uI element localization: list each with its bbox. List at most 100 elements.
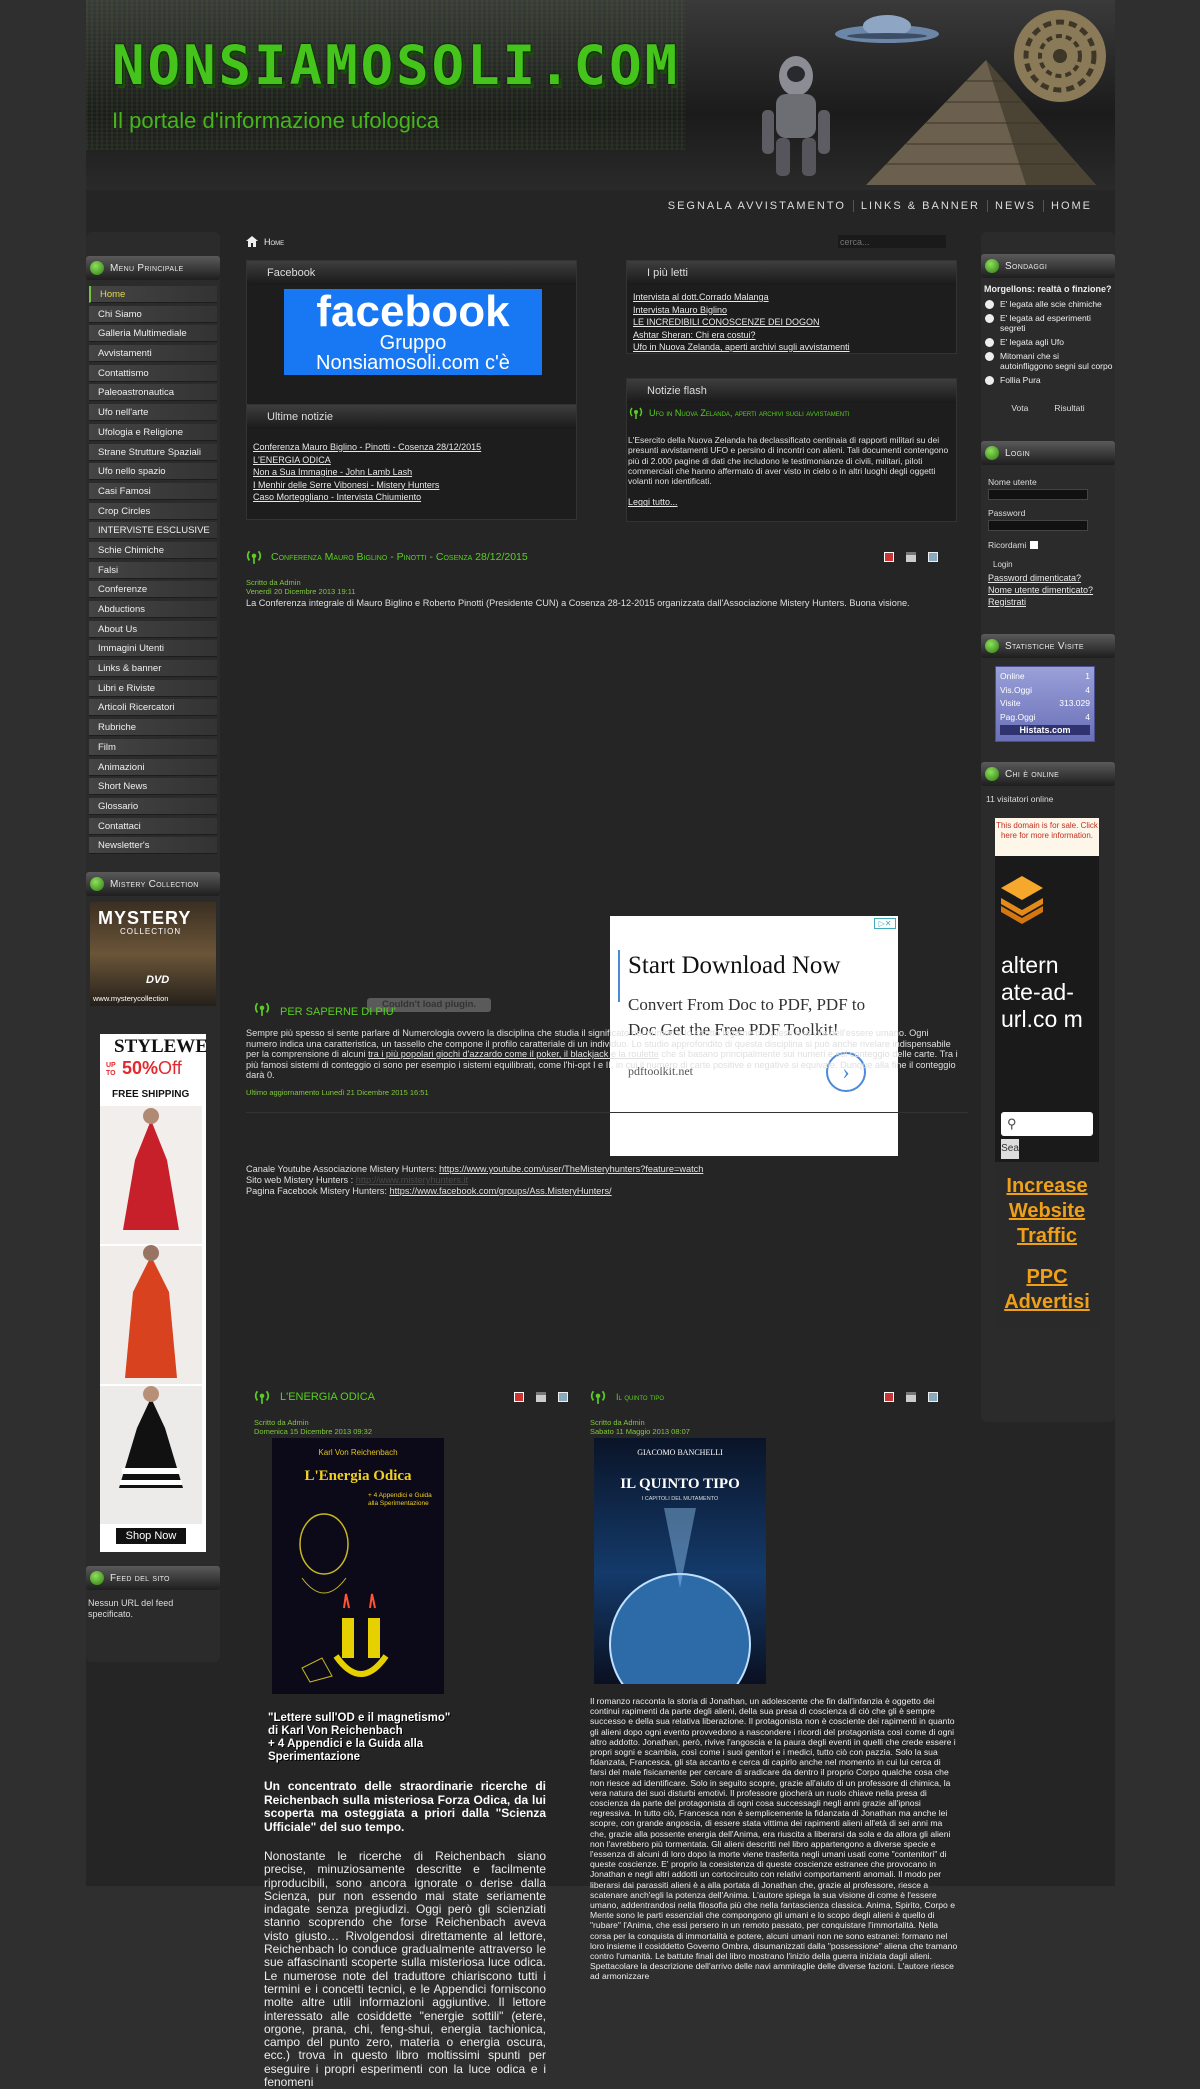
most-read-link[interactable]: LE INCREDIBILI CONOSCENZE DEI DOGON [633,316,956,329]
poll-option[interactable]: E' legata agli Ufo [984,337,1113,347]
latest-news-link[interactable]: L'ENERGIA ODICA [253,454,576,467]
menu-item[interactable]: Immagini Utenti [89,640,217,658]
article2-title[interactable]: PER SAPERNE DI PIU' [280,1006,396,1018]
website-link[interactable]: http://www.misteryhunters.it [356,1175,468,1185]
radio-button[interactable] [985,352,994,361]
latest-news-link[interactable]: I Menhir delle Serre Vibonesi - Mistery … [253,479,576,492]
remember-checkbox[interactable] [1030,541,1039,549]
ad-search-button[interactable]: Sea [1001,1139,1019,1159]
radio-button[interactable] [985,376,994,385]
ad-choices-icon[interactable]: ▷✕ [874,918,896,929]
ppc-link[interactable]: PPC Advertisi [995,1265,1099,1315]
latest-news-link[interactable]: Non a Sua Immagine - John Lamb Lash [253,466,576,479]
menu-item[interactable]: INTERVISTE ESCLUSIVE [89,522,217,540]
results-button[interactable]: Risultati [1054,403,1084,413]
forgot-password-link[interactable]: Password dimenticata? [988,572,1111,584]
menu-item[interactable]: Animazioni [89,758,217,776]
ad-title[interactable]: Start Download Now [628,952,840,980]
menu-item[interactable]: Ufo nello spazio [89,463,217,481]
menu-item[interactable]: Newsletter's [89,837,217,855]
home-icon[interactable] [246,236,258,247]
increase-traffic-link[interactable]: Increase Website Traffic [995,1174,1099,1249]
mystery-collection-banner[interactable]: MYSTERY COLLECTION DVD www.mysterycollec… [90,902,216,1007]
menu-item[interactable]: Falsi [89,561,217,579]
forgot-username-link[interactable]: Nome utente dimenticato? [988,584,1111,596]
latest-news-link[interactable]: Caso Morteggliano - Intervista Chiumient… [253,491,576,504]
latest-news-link[interactable]: Conferenza Mauro Biglino - Pinotti - Cos… [253,441,576,454]
radio-button[interactable] [985,338,994,347]
menu-item[interactable]: Paleoastronautica [89,384,217,402]
login-button[interactable]: Login [993,560,1111,569]
vote-button[interactable]: Vota [1011,403,1028,413]
menu-item[interactable]: Crop Circles [89,502,217,520]
poll-option[interactable]: E' legata ad esperimenti segreti [984,313,1113,333]
nav-home[interactable]: HOME [1043,200,1099,212]
search-input[interactable] [838,235,946,248]
menu-item[interactable]: Ufologia e Religione [89,423,217,441]
radio-button[interactable] [985,314,994,323]
article1-title[interactable]: Conferenza Mauro Biglino - Pinotti - Cos… [271,551,528,563]
poll-option[interactable]: Follia Pura [984,375,1113,385]
print-icon[interactable] [536,1392,546,1402]
most-read-link[interactable]: Ashtar Sheran: Chi era costui? [633,329,956,342]
menu-item[interactable]: Contattaci [89,817,217,835]
domain-sale-notice[interactable]: This domain is for sale. Click here for … [995,818,1099,856]
facebook-group-banner[interactable]: facebook Gruppo Nonsiamosoli.com c'è [284,289,542,375]
password-input[interactable] [988,520,1088,531]
menu-item[interactable]: Libri e Riviste [89,679,217,697]
article4-title[interactable]: Il quinto tipo [616,1392,664,1402]
pdf-icon[interactable] [884,1392,894,1402]
menu-item[interactable]: Casi Famosi [89,482,217,500]
facebook-group-link[interactable]: https://www.facebook.com/groups/Ass.Mist… [390,1186,612,1196]
site-logo[interactable]: NONSIAMOSOLI.COM [112,34,680,97]
pdf-icon[interactable] [514,1392,524,1402]
ad-search-input[interactable]: ⚲ [1001,1112,1093,1136]
breadcrumb-home[interactable]: Home [264,237,284,247]
print-icon[interactable] [906,552,916,562]
traffic-ad[interactable]: Increase Website Traffic PPC Advertisi [995,1162,1099,1328]
menu-item[interactable]: Abductions [89,601,217,618]
pdf-icon[interactable] [884,552,894,562]
nav-news[interactable]: NEWS [987,200,1043,212]
most-read-link[interactable]: Intervista al dott.Corrado Malanga [633,291,956,304]
menu-item[interactable]: Strane Strutture Spaziali [89,443,217,461]
menu-item[interactable]: Glossario [89,797,217,815]
poll-option[interactable]: E' legata alle scie chimiche [984,299,1113,309]
poll-option[interactable]: Mitomani che si autoinfliggono segni sul… [984,351,1113,371]
histats-widget[interactable]: Online 1 Vis.Oggi 4 Visite 313.029 Pag.Oggi 4 H… [995,666,1095,742]
nav-links-banner[interactable]: LINKS & BANNER [852,200,987,212]
menu-item[interactable]: Short News [89,778,217,796]
menu-item[interactable]: Contattismo [89,364,217,382]
youtube-link[interactable]: https://www.youtube.com/user/TheMisteryh… [439,1164,703,1174]
most-read-link[interactable]: Intervista Mauro Biglino [633,304,956,317]
menu-item[interactable]: Home [89,286,217,303]
menu-item[interactable]: Links & banner [89,660,217,678]
menu-item[interactable]: Chi Siamo [89,305,217,323]
flash-headline[interactable]: Ufo in Nuova Zelanda, aperti archivi sug… [649,408,849,418]
flash-read-more[interactable]: Leggi tutto... [627,486,956,509]
menu-item[interactable]: Ufo nell'arte [89,404,217,422]
nav-segnala[interactable]: SEGNALA AVVISTAMENTO [661,200,853,212]
menu-item[interactable]: Avvistamenti [89,345,217,363]
menu-item[interactable]: Articoli Ricercatori [89,699,217,717]
alternate-ad[interactable]: altern ate-ad-url.co m ⚲ Sea [995,856,1099,1162]
article2-gambling-link[interactable]: tra i più popolari giochi d'azzardo come… [368,1049,659,1059]
article2-updated: Ultimo aggiornamento Lunedì 21 Dicembre … [246,1087,429,1097]
menu-item[interactable]: Rubriche [89,719,217,737]
menu-item[interactable]: Film [89,738,217,756]
menu-item[interactable]: About Us [89,620,217,638]
register-link[interactable]: Registrati [988,596,1111,608]
menu-item[interactable]: Galleria Multimediale [89,325,217,343]
email-icon[interactable] [928,1392,938,1402]
most-read-link[interactable]: Ufo in Nuova Zelanda, aperti archivi sug… [633,341,956,354]
shop-now-button[interactable]: Shop Now [116,1528,186,1545]
print-icon[interactable] [906,1392,916,1402]
article3-title[interactable]: L'ENERGIA ODICA [280,1391,375,1403]
radio-button[interactable] [985,300,994,309]
email-icon[interactable] [558,1392,568,1402]
stylewe-ad[interactable]: STYLEWE UP TO 50%Off FREE SHIPPING Shop … [100,1034,206,1553]
menu-item[interactable]: Conferenze [89,581,217,599]
menu-item[interactable]: Schie Chimiche [89,541,217,559]
email-icon[interactable] [928,552,938,562]
username-input[interactable] [988,489,1088,500]
